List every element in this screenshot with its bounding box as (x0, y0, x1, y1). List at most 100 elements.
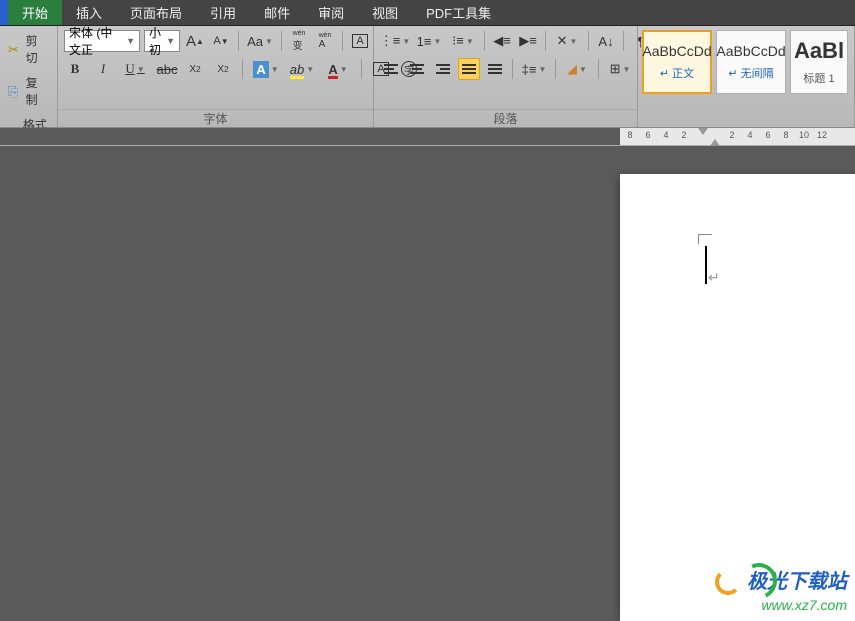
font-name-value: 宋体 (中文正 (69, 24, 122, 58)
style-preview: AaBbCcDd (716, 43, 785, 59)
ruler-tick: 6 (765, 130, 770, 140)
font-color-icon: A (328, 62, 337, 77)
text-fill-button[interactable]: ab▼ (287, 58, 317, 80)
group-clipboard: ✂ 剪切 ⎘ 复制 ✎ 格式刷 板 (0, 26, 58, 127)
superscript-button[interactable]: X2 (212, 58, 234, 80)
style-name: ↵ 正文 (660, 65, 694, 81)
bullets-icon: ⋮≡ (380, 33, 401, 49)
shrink-font-button[interactable]: A▼ (210, 30, 232, 52)
text-highlight-button[interactable]: A▼ (251, 58, 281, 80)
tab-review[interactable]: 审阅 (304, 0, 358, 25)
font-size-combo[interactable]: 小初▼ (144, 30, 180, 52)
chevron-down-icon: ▼ (340, 65, 348, 74)
chevron-down-icon: ▼ (622, 65, 630, 74)
chevron-down-icon: ▼ (306, 65, 314, 74)
font-color-button[interactable]: A▼ (323, 58, 353, 80)
multilevel-button[interactable]: ⁝≡▼ (448, 30, 478, 52)
separator (512, 59, 513, 79)
line-spacing-button[interactable]: ‡≡▼ (519, 58, 549, 80)
app-menu-edge[interactable] (0, 0, 8, 25)
bold-button[interactable]: B (64, 58, 86, 80)
align-left-button[interactable] (380, 58, 402, 80)
change-case-button[interactable]: Aa▼ (245, 30, 275, 52)
ruler-tick: 4 (663, 130, 668, 140)
phonetic-guide-button[interactable]: wén变 (288, 30, 310, 52)
clear-format-icon: wénA (319, 33, 332, 50)
style-nospacing[interactable]: AaBbCcDd ↵ 无间隔 (716, 30, 786, 94)
tab-layout[interactable]: 页面布局 (116, 0, 196, 25)
group-font: 宋体 (中文正▼ 小初▼ A▲ A▼ Aa▼ wén变 wénA A (58, 26, 374, 127)
paragraph-group-label: 段落 (374, 109, 637, 127)
outdent-icon: ◀≡ (493, 33, 511, 49)
align-center-button[interactable] (406, 58, 428, 80)
style-name: ↵ 无间隔 (728, 65, 773, 81)
paragraph-mark: ↵ (708, 269, 720, 286)
chevron-down-icon: ▼ (538, 65, 546, 74)
ribbon: ✂ 剪切 ⎘ 复制 ✎ 格式刷 板 宋体 (中文正▼ (0, 26, 855, 128)
style-normal[interactable]: AaBbCcDd ↵ 正文 (642, 30, 712, 94)
numbering-button[interactable]: 1≡▼ (414, 30, 444, 52)
tab-bar: 开始 插入 页面布局 引用 邮件 审阅 视图 PDF工具集 (0, 0, 855, 26)
grow-font-button[interactable]: A▲ (184, 30, 206, 52)
align-distribute-icon (488, 64, 502, 74)
hanging-indent-marker[interactable] (710, 128, 720, 146)
copy-icon: ⎘ (8, 84, 22, 98)
text-direction-icon: ✕ (557, 33, 568, 49)
shrink-font-icon: A (213, 35, 220, 47)
chevron-down-icon: ▼ (402, 37, 410, 46)
ruler-tick: 12 (817, 130, 827, 140)
cut-button[interactable]: ✂ 剪切 (6, 30, 51, 68)
shading-button[interactable]: ◢▼ (562, 58, 592, 80)
document-area: ↵ 极光下载站 www.xz7.com (0, 146, 855, 621)
separator (281, 31, 282, 51)
decrease-indent-button[interactable]: ◀≡ (491, 30, 513, 52)
separator (588, 31, 589, 51)
subscript-button[interactable]: X2 (184, 58, 206, 80)
tab-pdf[interactable]: PDF工具集 (412, 0, 505, 25)
first-line-indent-marker[interactable] (698, 128, 708, 135)
separator (484, 31, 485, 51)
strikethrough-button[interactable]: abc (156, 58, 178, 80)
separator (238, 31, 239, 51)
align-distribute-button[interactable] (484, 58, 506, 80)
tab-insert[interactable]: 插入 (62, 0, 116, 25)
tab-mail[interactable]: 邮件 (250, 0, 304, 25)
increase-indent-button[interactable]: ▶≡ (517, 30, 539, 52)
separator (623, 31, 624, 51)
tab-start[interactable]: 开始 (8, 0, 62, 25)
sort-icon: A↓ (598, 34, 613, 49)
char-shading-button[interactable]: A (349, 30, 371, 52)
phonetic-icon: wén变 (293, 31, 306, 52)
change-case-icon: Aa (247, 34, 263, 49)
ruler-tick: 8 (627, 130, 632, 140)
style-heading1[interactable]: AaBl 标题 1 (790, 30, 848, 94)
tab-references[interactable]: 引用 (196, 0, 250, 25)
underline-button[interactable]: U▼ (120, 58, 150, 80)
grow-font-icon: A (186, 33, 196, 50)
sort-button[interactable]: A↓ (595, 30, 617, 52)
align-right-icon (436, 64, 450, 74)
indent-icon: ▶≡ (519, 33, 537, 49)
chevron-down-icon: ▼ (126, 36, 135, 46)
tab-view[interactable]: 视图 (358, 0, 412, 25)
shading-icon: ◢ (567, 61, 577, 77)
page[interactable]: ↵ (620, 174, 855, 621)
copy-button[interactable]: ⎘ 复制 (6, 72, 51, 110)
clear-format-button[interactable]: wénA (314, 30, 336, 52)
align-justify-button[interactable] (458, 58, 480, 80)
separator (361, 59, 362, 79)
text-direction-button[interactable]: ✕▼ (552, 30, 582, 52)
chevron-down-icon: ▼ (433, 37, 441, 46)
separator (342, 31, 343, 51)
borders-button[interactable]: ⊞▼ (605, 58, 635, 80)
ruler[interactable]: 8 6 4 2 2 4 6 8 10 12 (0, 128, 855, 146)
italic-button[interactable]: I (92, 58, 114, 80)
font-name-combo[interactable]: 宋体 (中文正▼ (64, 30, 140, 52)
ruler-tick: 6 (645, 130, 650, 140)
chevron-down-icon: ▼ (271, 65, 279, 74)
ruler-tick: 8 (783, 130, 788, 140)
separator (598, 59, 599, 79)
separator (555, 59, 556, 79)
align-right-button[interactable] (432, 58, 454, 80)
bullets-button[interactable]: ⋮≡▼ (380, 30, 410, 52)
